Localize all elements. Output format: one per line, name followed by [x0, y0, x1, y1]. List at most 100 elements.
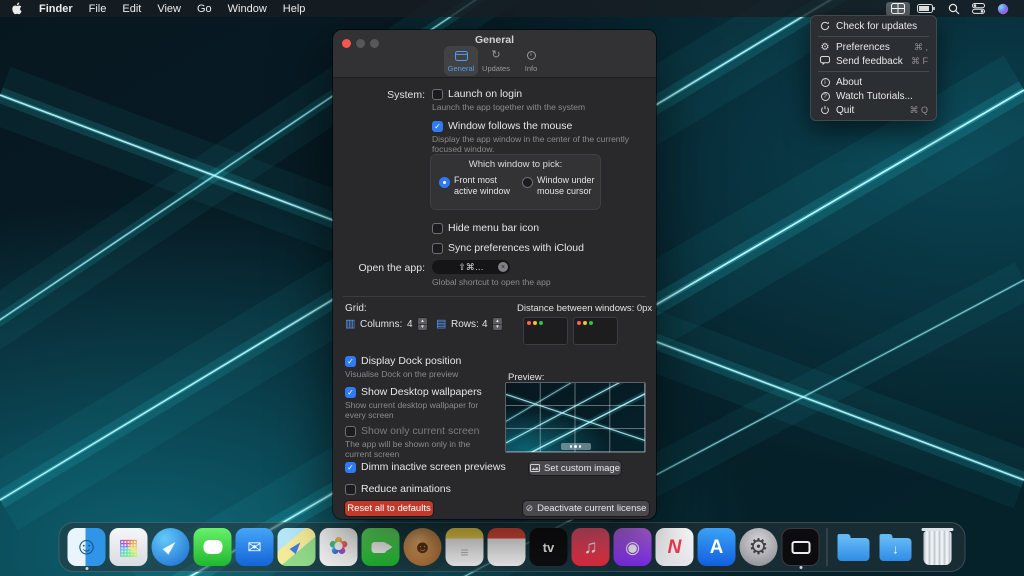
red-dot — [577, 321, 581, 325]
menu-bar-item-go[interactable]: Go — [189, 0, 220, 17]
dock-icon-mail[interactable]: ✉ — [235, 528, 274, 566]
menu-bar-item-view[interactable]: View — [149, 0, 189, 17]
checkbox-box[interactable] — [345, 386, 356, 398]
mail-envelope-icon: ✉ — [247, 537, 262, 557]
facetime-camera-icon — [371, 541, 392, 553]
menu-item-check-for-updates[interactable]: Check for updates — [811, 19, 936, 33]
zoom-button[interactable] — [370, 39, 379, 48]
menu-item-quit[interactable]: Quit ⌘ Q — [811, 103, 936, 117]
preview-grid-overlay — [506, 383, 645, 452]
menu-bar-item-window[interactable]: Window — [220, 0, 275, 17]
radio-window-under-mouse-cursor[interactable]: Window under mouse cursor — [522, 175, 597, 197]
display-dock-desc: Visualise Dock on the preview — [345, 369, 459, 379]
grid-section-label: Grid: — [345, 303, 367, 314]
dock-icon-calendar[interactable] — [487, 528, 526, 566]
rows-stepper[interactable]: ▲ ▼ — [492, 317, 503, 331]
columns-stepper[interactable]: ▲ ▼ — [417, 317, 428, 331]
only-current-desc: The app will be shown only in the curren… — [345, 439, 471, 460]
control-center-icon[interactable] — [967, 2, 990, 16]
checkbox-box[interactable] — [345, 425, 356, 437]
podcasts-icon: ◉ — [625, 537, 640, 557]
columns-grid-icon: ▥ — [345, 318, 356, 330]
dock-icon-app-store[interactable]: A — [697, 528, 736, 566]
spotlight-search-icon[interactable] — [943, 2, 965, 16]
columns-label: Columns: — [360, 319, 403, 330]
menu-item-label: Check for updates — [836, 20, 918, 32]
global-shortcut-input[interactable]: ⇧⌘… × — [432, 260, 510, 274]
tab-updates[interactable]: ↻ Updates — [479, 46, 513, 76]
dock-icon-contacts[interactable]: ☻ — [403, 528, 442, 566]
image-icon — [529, 464, 540, 472]
power-icon — [819, 105, 831, 115]
dock-icon-notes[interactable]: ≡ — [445, 528, 484, 566]
menu-item-shortcut: ⌘ Q — [909, 104, 928, 115]
deactivate-license-button[interactable]: ⊘ Deactivate current license — [523, 501, 649, 516]
checkbox-label: Display Dock position — [361, 355, 462, 367]
checkbox-box[interactable] — [345, 461, 356, 473]
launch-on-login-checkbox[interactable]: Launch on login — [432, 88, 522, 100]
checkbox-box[interactable] — [432, 242, 443, 254]
minimize-button[interactable] — [356, 39, 365, 48]
dock-icon-folder[interactable] — [835, 528, 873, 566]
hide-menu-bar-icon-checkbox[interactable]: Hide menu bar icon — [432, 222, 539, 234]
dock-icon-photos[interactable]: ✿ — [319, 528, 358, 566]
tab-general[interactable]: General — [444, 46, 478, 76]
dock-icon-safari[interactable] — [151, 528, 190, 566]
dock-icon-music[interactable]: ♫ — [571, 528, 610, 566]
sync-preferences-icloud-checkbox[interactable]: Sync preferences with iCloud — [432, 242, 584, 254]
display-dock-position-checkbox[interactable]: Display Dock position — [345, 355, 461, 367]
tab-info[interactable]: Info — [514, 46, 548, 76]
dock-icon-system-preferences[interactable]: ⚙ — [739, 528, 778, 566]
menu-bar-app-name[interactable]: Finder — [31, 0, 81, 17]
checkbox-box[interactable] — [345, 483, 356, 495]
dock-icon-tv[interactable]: tv — [529, 528, 568, 566]
menu-item-watch-tutorials[interactable]: Watch Tutorials... — [811, 89, 936, 103]
menu-bar-item-edit[interactable]: Edit — [114, 0, 149, 17]
checkbox-box[interactable] — [432, 222, 443, 234]
dimm-inactive-previews-checkbox[interactable]: Dimm inactive screen previews — [345, 461, 506, 473]
finder-icon: ☺ — [74, 533, 99, 560]
app-menubar-grid-icon[interactable] — [886, 1, 910, 16]
dock-icon-podcasts[interactable]: ◉ — [613, 528, 652, 566]
radio-dot[interactable] — [439, 177, 450, 188]
set-custom-image-button[interactable]: Set custom image — [529, 461, 621, 475]
apple-menu[interactable] — [0, 2, 31, 15]
dock-icon-messages[interactable] — [193, 528, 232, 566]
dock-icon-news[interactable]: N — [655, 528, 694, 566]
radio-dot[interactable] — [522, 177, 533, 188]
tab-label: Info — [524, 63, 538, 73]
news-icon: N — [667, 536, 682, 558]
checkbox-box[interactable] — [345, 355, 356, 367]
dock-icon-downloads[interactable]: ↓ — [877, 528, 915, 566]
menu-bar-item-help[interactable]: Help — [275, 0, 314, 17]
dock-icon-window-manager-app[interactable] — [781, 528, 820, 569]
reduce-animations-checkbox[interactable]: Reduce animations — [345, 483, 451, 495]
checkbox-box[interactable] — [432, 88, 443, 100]
trash-icon — [921, 528, 954, 565]
rows-value: 4 — [482, 319, 488, 330]
show-desktop-wallpapers-checkbox[interactable]: Show Desktop wallpapers — [345, 386, 482, 398]
clear-shortcut-button[interactable]: × — [498, 262, 508, 272]
green-dot — [539, 321, 543, 325]
rows-grid-icon: ▤ — [436, 318, 447, 330]
menu-item-label: Preferences — [836, 41, 890, 53]
dock-icon-maps[interactable] — [277, 528, 316, 566]
checkbox-box[interactable] — [432, 120, 443, 132]
dock-icon-launchpad[interactable]: ▦ — [109, 528, 148, 566]
show-only-current-screen-checkbox[interactable]: Show only current screen — [345, 425, 479, 437]
battery-icon[interactable] — [912, 2, 941, 16]
reset-all-defaults-button[interactable]: Reset all to defaults — [345, 501, 433, 516]
menu-item-send-feedback[interactable]: Send feedback ⌘ F — [811, 54, 936, 68]
siri-icon[interactable] — [992, 2, 1014, 16]
menu-bar-item-file[interactable]: File — [81, 0, 115, 17]
close-button[interactable] — [342, 39, 351, 48]
dock-icon-trash[interactable] — [919, 528, 957, 566]
dock-icon-finder[interactable]: ☺ — [67, 528, 106, 570]
menu-item-about[interactable]: About — [811, 75, 936, 89]
radio-front-most-active-window[interactable]: Front most active window — [439, 175, 514, 197]
yellow-dot — [533, 321, 537, 325]
menu-item-preferences[interactable]: ⚙ Preferences ⌘ , — [811, 40, 936, 54]
dock-icon-facetime[interactable] — [361, 528, 400, 566]
window-follows-mouse-checkbox[interactable]: Window follows the mouse — [432, 120, 572, 132]
open-app-label: Open the app: — [358, 262, 425, 274]
